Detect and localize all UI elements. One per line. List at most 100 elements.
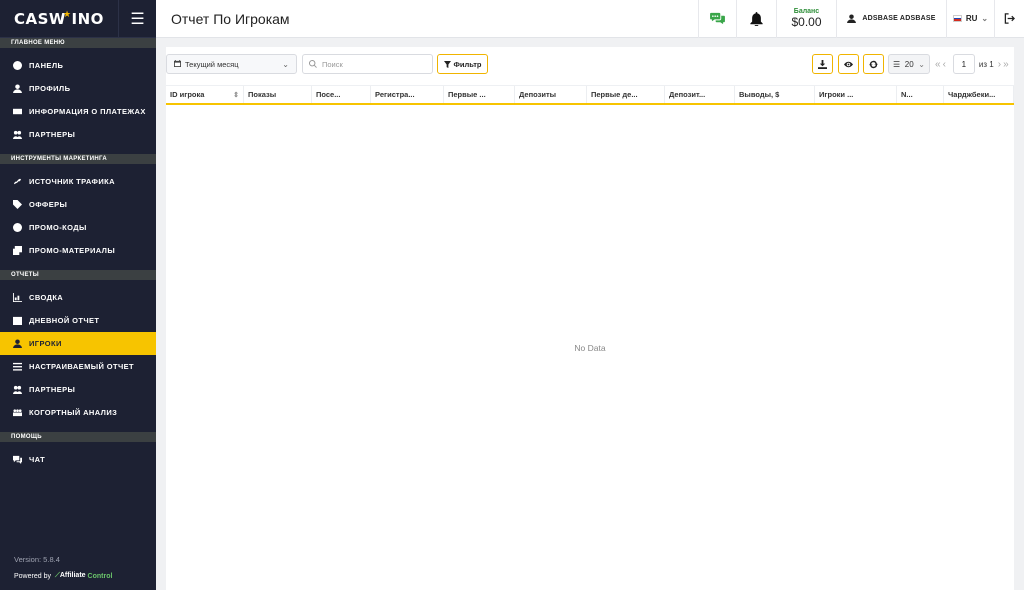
column-header[interactable]: Депозит... (665, 86, 735, 103)
sidebar-item-label: ПРОФИЛЬ (29, 84, 71, 93)
chevron-down-icon: ⌄ (981, 14, 989, 23)
top-bar: Отчет По Игрокам Баланс $0.00 ADSBASE AD… (156, 0, 1024, 38)
page-number-input[interactable]: 1 (952, 54, 975, 74)
sidebar-item-chart[interactable]: СВОДКА (0, 286, 156, 309)
column-header[interactable]: N... (897, 86, 944, 103)
ru-flag-icon (952, 15, 962, 22)
last-page-icon[interactable]: » (1003, 59, 1009, 70)
sidebar-item-label: ОФФЕРЫ (29, 200, 68, 209)
sort-icon[interactable]: ⇕ (233, 91, 239, 99)
notifications-button[interactable] (736, 0, 776, 38)
sidebar-item-badge[interactable]: ПРОМО-КОДЫ (0, 216, 156, 239)
badge-icon (12, 223, 22, 233)
sidebar-item-player[interactable]: ИГРОКИ (0, 332, 156, 355)
chevron-down-icon: ⌄ (282, 59, 289, 69)
section-header: ОТЧЕТЫ (0, 270, 156, 280)
filter-icon (443, 60, 451, 68)
chevron-down-icon: ⌄ (918, 59, 925, 69)
refresh-button[interactable] (863, 54, 884, 74)
user-icon (12, 84, 22, 94)
filter-button[interactable]: Фильтр (437, 54, 488, 74)
download-icon (818, 59, 827, 69)
sidebar-item-users[interactable]: ПАРТНЕРЫ (0, 123, 156, 146)
column-header[interactable]: Посе... (312, 86, 371, 103)
pagination: « ‹ 1 из 1 › » (934, 54, 1010, 74)
sidebar-item-sliders[interactable]: НАСТРАИВАЕМЫЙ ОТЧЕТ (0, 355, 156, 378)
language-select[interactable]: RU ⌄ (946, 0, 994, 38)
sidebar-item-images[interactable]: ПРОМО-МАТЕРИАЛЫ (0, 239, 156, 262)
dashboard-icon (12, 61, 22, 71)
column-header[interactable]: Показы (244, 86, 312, 103)
sidebar-item-money[interactable]: ИНФОРМАЦИЯ О ПЛАТЕЖАХ (0, 100, 156, 123)
sidebar-item-users[interactable]: ПАРТНЕРЫ (0, 378, 156, 401)
next-page-icon[interactable]: › (998, 59, 1001, 70)
section-header: ПОМОЩЬ (0, 432, 156, 442)
sliders-icon (12, 362, 22, 372)
section-header: ИНСТРУМЕНТЫ МАРКЕТИНГА (0, 154, 156, 164)
sidebar-item-label: НАСТРАИВАЕМЫЙ ОТЧЕТ (29, 362, 135, 371)
users-icon (12, 385, 22, 395)
chat-button[interactable] (698, 0, 736, 38)
sidebar-item-calendar[interactable]: ДНЕВНОЙ ОТЧЕТ (0, 309, 156, 332)
search-placeholder: Поиск (322, 59, 343, 69)
columns-visibility-button[interactable] (838, 54, 859, 74)
sidebar-footer: Version: 5.8.4 Powered by ⟋Affiliate Con… (14, 555, 112, 580)
list-icon: ☰ (893, 59, 901, 69)
column-header[interactable]: Выводы, $ (735, 86, 815, 103)
sidebar-item-user[interactable]: ПРОФИЛЬ (0, 77, 156, 100)
first-page-icon[interactable]: « (935, 59, 941, 70)
download-button[interactable] (812, 54, 833, 74)
column-header[interactable]: Игроки ... (815, 86, 897, 103)
sidebar-item-label: ПАНЕЛЬ (29, 61, 64, 70)
player-icon (12, 339, 22, 349)
balance-label: Баланс (793, 8, 820, 15)
language-code: RU (965, 14, 978, 23)
sidebar-item-label: ПАРТНЕРЫ (29, 385, 76, 394)
sidebar-item-chat[interactable]: ЧАТ (0, 448, 156, 471)
period-value: Текущий месяц (185, 59, 239, 69)
page-size-select[interactable]: ☰ 20 ⌄ (888, 54, 930, 74)
logout-icon (1004, 13, 1015, 24)
powered-by: Powered by ⟋Affiliate Control (14, 572, 113, 580)
period-select[interactable]: Текущий месяц ⌄ (166, 54, 297, 74)
prev-page-icon[interactable]: ‹ (943, 59, 946, 70)
search-icon (309, 60, 317, 68)
bell-icon (750, 11, 763, 26)
sidebar-item-label: ДНЕВНОЙ ОТЧЕТ (29, 316, 100, 325)
report-toolbar: Текущий месяц ⌄ Поиск Фильтр ☰ 20 ⌄ « ‹ (166, 47, 1014, 87)
sidebar-item-label: КОГОРТНЫЙ АНАЛИЗ (29, 408, 118, 417)
sidebar-item-label: СВОДКА (29, 293, 64, 302)
search-input[interactable]: Поиск (302, 54, 433, 74)
username: ADSBASE ADSBASE (862, 15, 936, 22)
eye-icon (844, 61, 853, 67)
refresh-icon (869, 60, 878, 68)
section-header: ГЛАВНОЕ МЕНЮ (0, 38, 156, 48)
link-icon (12, 177, 22, 187)
page-title: Отчет По Игрокам (171, 10, 290, 27)
column-header[interactable]: Чарджбеки... (944, 86, 1014, 103)
menu-toggle-icon[interactable]: ☰ (118, 0, 156, 38)
sidebar-item-tag[interactable]: ОФФЕРЫ (0, 193, 156, 216)
sidebar-item-group[interactable]: КОГОРТНЫЙ АНАЛИЗ (0, 401, 156, 424)
users-icon (12, 130, 22, 140)
column-header[interactable]: Первые ... (444, 86, 515, 103)
sidebar-item-label: ИГРОКИ (29, 339, 62, 348)
column-header[interactable]: Регистра... (371, 86, 444, 103)
column-header[interactable]: ID игрока ⇕ (166, 86, 244, 103)
sidebar-item-label: ИСТОЧНИК ТРАФИКА (29, 177, 115, 186)
column-header[interactable]: Первые де... (587, 86, 665, 103)
sidebar-item-label: ПРОМО-КОДЫ (29, 223, 87, 232)
brand-logo[interactable]: CASW★INO (0, 10, 104, 28)
balance-widget: Баланс $0.00 (776, 0, 836, 38)
sidebar-item-dashboard[interactable]: ПАНЕЛЬ (0, 54, 156, 77)
empty-state: No Data (574, 343, 606, 353)
user-menu[interactable]: ADSBASE ADSBASE (836, 0, 946, 38)
logout-button[interactable] (994, 0, 1024, 38)
column-header[interactable]: Депозиты (515, 86, 587, 103)
chart-icon (12, 293, 22, 303)
chat-icon (12, 455, 22, 465)
chat-icon (710, 12, 725, 25)
logo-bar: CASW★INO ☰ (0, 0, 156, 38)
calendar-icon (174, 59, 181, 69)
sidebar-item-link[interactable]: ИСТОЧНИК ТРАФИКА (0, 170, 156, 193)
